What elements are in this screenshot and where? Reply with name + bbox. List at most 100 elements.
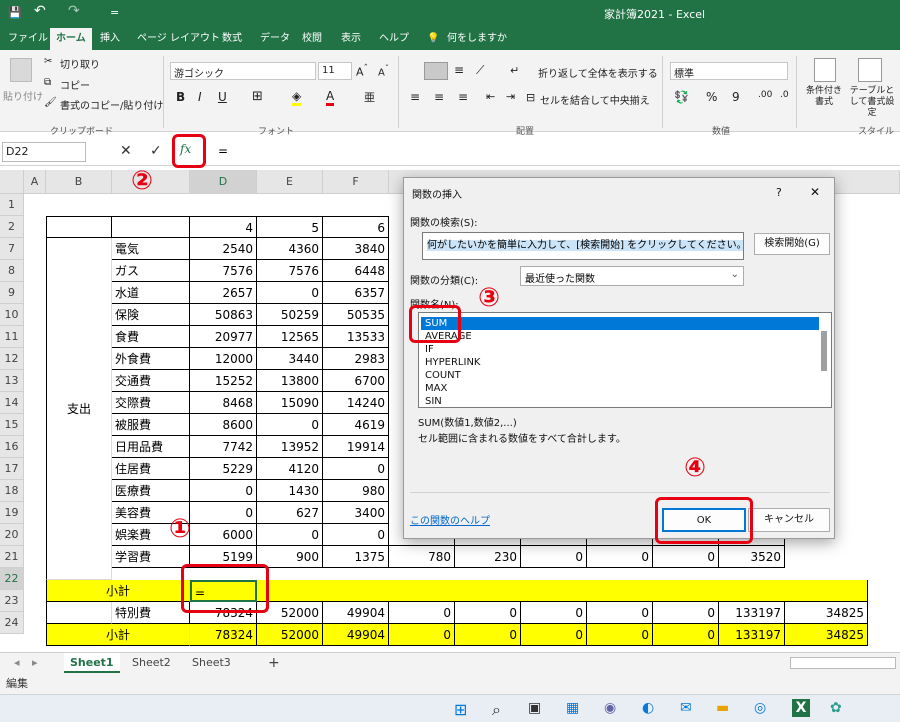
value-cell[interactable]: 50259 xyxy=(257,304,323,326)
font-color-icon[interactable]: A xyxy=(326,89,335,106)
subtotal2-value-cell[interactable]: 0 xyxy=(587,624,653,646)
function-help-link[interactable]: この関数のヘルプ xyxy=(410,512,490,527)
value-cell[interactable]: 0 xyxy=(257,414,323,436)
phonetic-icon[interactable]: 亜 xyxy=(364,89,375,105)
value-cell[interactable]: 1430 xyxy=(257,480,323,502)
edge-icon[interactable]: ◐ xyxy=(642,700,654,716)
function-list[interactable]: SUM AVERAGE IF HYPERLINK COUNT MAX SIN xyxy=(418,312,832,408)
align-center-icon[interactable]: ≡ xyxy=(434,90,444,104)
font-size-select[interactable]: 11 xyxy=(318,62,352,80)
row-header[interactable]: 15 xyxy=(0,414,24,436)
value-cell[interactable]: 19914 xyxy=(323,436,389,458)
scroll-right-icon[interactable]: ▸ xyxy=(26,653,44,673)
search-start-button[interactable]: 検索開始(G) xyxy=(754,233,830,255)
horizontal-scrollbar[interactable] xyxy=(790,657,896,669)
month-header-cell[interactable]: 5 xyxy=(257,216,323,238)
row23-blank[interactable] xyxy=(46,602,112,624)
row-header[interactable]: 11 xyxy=(0,326,24,348)
function-list-item[interactable]: MAX xyxy=(425,382,447,395)
conditional-format-icon[interactable] xyxy=(814,58,836,82)
row-header[interactable]: 10 xyxy=(0,304,24,326)
scroll-left-icon[interactable]: ◂ xyxy=(8,653,26,673)
search-icon[interactable]: ⌕ xyxy=(492,700,501,720)
subtotal2-value-cell[interactable]: 0 xyxy=(521,624,587,646)
shrink-font-icon[interactable]: Aˇ xyxy=(378,63,389,78)
value-cell[interactable]: 3440 xyxy=(257,348,323,370)
special-value-cell[interactable]: 0 xyxy=(389,602,455,624)
value-cell[interactable]: 980 xyxy=(323,480,389,502)
value-cell[interactable]: 8600 xyxy=(190,414,257,436)
format-painter-button[interactable]: 書式のコピー/貼り付け xyxy=(60,97,163,112)
tab-view[interactable]: 表示 xyxy=(341,28,361,50)
tab-formulas[interactable]: 数式 xyxy=(222,28,242,50)
tab-data[interactable]: データ xyxy=(260,28,290,50)
value-cell[interactable]: 50863 xyxy=(190,304,257,326)
value-cell[interactable]: 15090 xyxy=(257,392,323,414)
value-cell[interactable]: 6700 xyxy=(323,370,389,392)
quick-access-more[interactable]: = xyxy=(110,6,119,19)
help-icon[interactable]: ? xyxy=(776,186,782,199)
month-header-cell[interactable]: 6 xyxy=(323,216,389,238)
value-cell[interactable]: 2983 xyxy=(323,348,389,370)
row-header[interactable]: 17 xyxy=(0,458,24,480)
undo-icon[interactable]: ↶ xyxy=(34,3,46,19)
cancel-button[interactable]: キャンセル xyxy=(748,508,830,532)
row-label[interactable]: 住居費 xyxy=(112,458,190,480)
special-value-cell[interactable]: 0 xyxy=(521,602,587,624)
row-header[interactable]: 23 xyxy=(0,590,24,612)
subtotal2-value-cell[interactable]: 49904 xyxy=(323,624,389,646)
col-header-a[interactable]: A xyxy=(24,170,46,194)
chat-icon[interactable]: ◉ xyxy=(604,700,616,716)
align-top-icon[interactable] xyxy=(424,62,448,80)
conditional-format-button[interactable]: 条件付き書式 xyxy=(804,86,844,108)
value-cell[interactable]: 6000 xyxy=(190,524,257,546)
value-cell[interactable]: 780 xyxy=(389,546,455,568)
formula-input[interactable]: = xyxy=(218,144,228,158)
col-header-e[interactable]: E xyxy=(257,170,323,194)
row-header[interactable]: 21 xyxy=(0,546,24,568)
subtotal2-value-cell[interactable]: 52000 xyxy=(257,624,323,646)
value-cell[interactable]: 4619 xyxy=(323,414,389,436)
bold-icon[interactable]: B xyxy=(176,90,185,104)
special-value-cell[interactable]: 0 xyxy=(653,602,719,624)
explorer-icon[interactable]: ▬ xyxy=(716,700,729,716)
value-cell[interactable]: 3840 xyxy=(323,238,389,260)
special-value-cell[interactable]: 0 xyxy=(587,602,653,624)
mail-icon[interactable]: ✉ xyxy=(680,700,692,716)
wrap-text-icon[interactable]: ↵ xyxy=(510,64,519,77)
sheet-tab-1[interactable]: Sheet1 xyxy=(64,653,120,673)
value-cell[interactable]: 0 xyxy=(653,546,719,568)
row-header[interactable]: 1 xyxy=(0,194,24,216)
value-cell[interactable]: 0 xyxy=(323,524,389,546)
tab-page-layout[interactable]: ページ レイアウト xyxy=(137,28,220,50)
cancel-entry-icon[interactable]: ✕ xyxy=(120,143,132,159)
value-cell[interactable]: 2657 xyxy=(190,282,257,304)
special-value-cell[interactable]: 0 xyxy=(455,602,521,624)
row-label[interactable]: 水道 xyxy=(112,282,190,304)
add-sheet-button[interactable]: + xyxy=(262,653,286,673)
row-header[interactable]: 7 xyxy=(0,238,24,260)
value-cell[interactable]: 2540 xyxy=(190,238,257,260)
special-label[interactable]: 特別費 xyxy=(112,602,190,624)
row-label[interactable]: 被服費 xyxy=(112,414,190,436)
subtotal2-value-cell[interactable]: 34825 xyxy=(785,624,868,646)
number-format-select[interactable]: 標準 xyxy=(670,62,788,80)
indent-decrease-icon[interactable]: ⇤ xyxy=(486,90,495,103)
value-cell[interactable]: 7742 xyxy=(190,436,257,458)
row-label[interactable]: 日用品費 xyxy=(112,436,190,458)
excel-icon[interactable]: X xyxy=(792,699,810,717)
row-header[interactable]: 2 xyxy=(0,216,24,238)
value-cell[interactable]: 50535 xyxy=(323,304,389,326)
select-all-corner[interactable] xyxy=(0,170,24,194)
row-label[interactable]: 食費 xyxy=(112,326,190,348)
value-cell[interactable]: 7576 xyxy=(257,260,323,282)
function-list-item[interactable]: IF xyxy=(425,343,434,356)
value-cell[interactable]: 0 xyxy=(521,546,587,568)
value-cell[interactable]: 15252 xyxy=(190,370,257,392)
row-header[interactable]: 20 xyxy=(0,524,24,546)
redo-icon[interactable]: ↷ xyxy=(68,3,80,19)
task-view-icon[interactable]: ▣ xyxy=(528,700,541,716)
brush-icon[interactable]: 🖌 xyxy=(44,97,57,108)
grow-font-icon[interactable]: Aˆ xyxy=(356,63,368,79)
subtotal2-value-cell[interactable]: 133197 xyxy=(719,624,785,646)
